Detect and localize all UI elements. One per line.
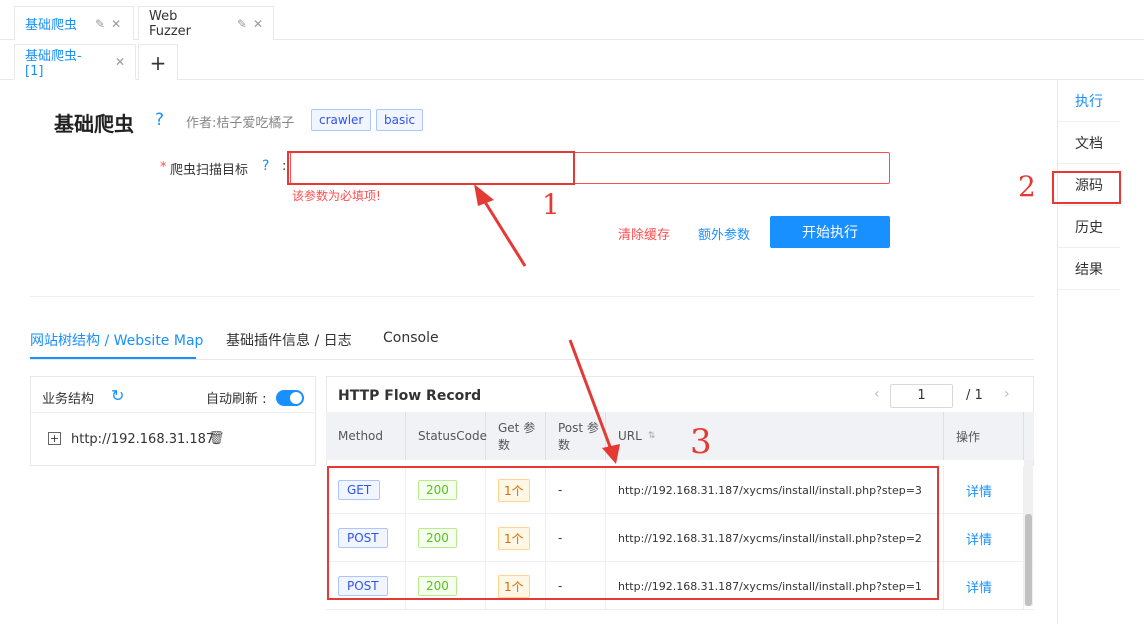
annotation-number-1: 1 (542, 188, 560, 221)
arrow-3-head (602, 444, 620, 464)
arrow-1-line (478, 193, 527, 267)
annotation-number-2: 2 (1018, 170, 1036, 203)
arrow-1-head (474, 184, 494, 206)
annotation-number-3: 3 (690, 422, 712, 462)
annotation-arrows (474, 184, 620, 464)
arrow-3-line (568, 339, 614, 453)
